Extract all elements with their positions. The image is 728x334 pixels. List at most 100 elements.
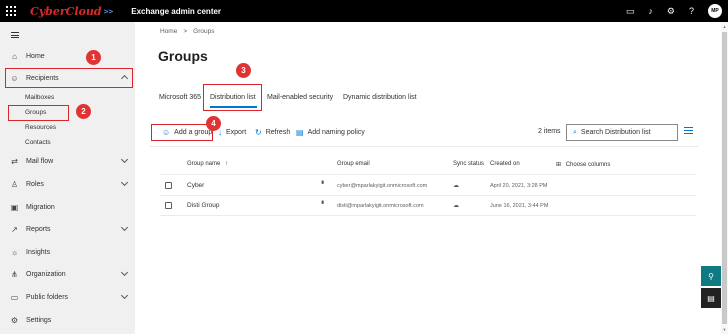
choose-columns-button[interactable]: ⊞ Choose columns [556, 161, 610, 168]
highlight-groups [8, 105, 69, 121]
row-checkbox[interactable] [165, 182, 172, 189]
gear-icon[interactable]: ⚙ [667, 6, 675, 16]
home-icon: ⌂ [12, 51, 17, 61]
page-title: Groups [158, 48, 208, 64]
sidebar-item-label: Settings [26, 316, 52, 324]
sidebar-item-public-folders[interactable]: ▭ Public folders [0, 289, 135, 305]
sidebar-item-home[interactable]: ⌂ Home [0, 48, 135, 64]
scrollbar-thumb[interactable] [722, 32, 727, 324]
top-bar: CyberCloud >> Exchange admin center ▭ ♪ … [0, 0, 728, 22]
highlight-recipients [5, 68, 133, 88]
column-header-group-name[interactable]: Group name ↑ [187, 161, 228, 167]
mail-flow-icon: ⇄ [11, 156, 18, 166]
sidebar-item-reports[interactable]: ↗ Reports [0, 221, 135, 237]
search-icon: ⌕ [573, 128, 577, 136]
download-icon: ↓ [218, 128, 222, 137]
public-folders-icon: ▭ [10, 292, 19, 302]
sidebar-subitem-contacts[interactable]: Contacts [25, 139, 51, 146]
highlight-add-group [151, 124, 213, 141]
breadcrumb-separator: > [183, 28, 188, 35]
search-placeholder: Search Distribution list [580, 129, 651, 136]
sidebar-item-label: Home [26, 52, 45, 60]
tab-dynamic-distribution-list[interactable]: Dynamic distribution list [343, 94, 417, 101]
scroll-up-icon[interactable]: ▲ [722, 24, 727, 29]
item-count: 2 items [538, 128, 561, 135]
help-icon[interactable]: ? [689, 6, 694, 16]
refresh-button[interactable]: ↻ Refresh [255, 128, 290, 137]
sidebar-item-insights[interactable]: ☼ Insights [0, 244, 135, 260]
sidebar-item-mail-flow[interactable]: ⇄ Mail flow [0, 153, 135, 169]
sort-ascending-icon: ↑ [225, 161, 229, 167]
more-actions-icon[interactable]: ••• [318, 200, 327, 202]
export-label: Export [226, 129, 247, 136]
column-header-sync-status[interactable]: Sync status [453, 161, 484, 167]
column-header-group-email[interactable]: Group email [337, 161, 370, 167]
sidebar-subitem-resources[interactable]: Resources [25, 124, 56, 131]
row-checkbox[interactable] [165, 202, 172, 209]
tab-mail-enabled-security[interactable]: Mail-enabled security [267, 94, 333, 101]
sidebar-item-label: Mail flow [26, 157, 54, 165]
breadcrumb-current: Groups [193, 28, 215, 35]
refresh-icon: ↻ [255, 128, 262, 137]
group-name-header-label: Group name [187, 161, 221, 167]
chat-icon: ▤ [707, 293, 715, 303]
organization-icon: ⋔ [11, 269, 18, 279]
app-launcher-icon[interactable] [0, 0, 22, 22]
search-box[interactable]: ⌕ Search Distribution list [566, 124, 678, 141]
callout-badge-3: 3 [236, 63, 251, 78]
avatar[interactable]: MP [708, 4, 722, 18]
sidebar-item-label: Migration [26, 203, 55, 211]
roles-icon: ♙ [10, 179, 19, 189]
choose-columns-label: Choose columns [565, 162, 611, 168]
brand-suffix: >> [103, 6, 114, 16]
refresh-label: Refresh [265, 129, 291, 136]
created-on-cell: April 20, 2021, 3:28 PM [490, 183, 548, 189]
migration-icon: ▣ [10, 202, 19, 212]
chevron-down-icon [120, 155, 129, 164]
bell-icon[interactable]: ♪ [648, 6, 653, 16]
filter-icon[interactable] [684, 127, 693, 135]
chevron-down-icon [120, 223, 129, 232]
columns-icon: ⊞ [556, 162, 562, 168]
hamburger-icon[interactable] [11, 32, 19, 38]
sidebar-item-settings[interactable]: ⚙ Settings [0, 312, 135, 328]
row-divider [160, 195, 696, 196]
chevron-down-icon [120, 268, 129, 277]
help-bot-icon: ⚲ [708, 271, 714, 281]
chevron-down-icon [120, 178, 129, 187]
more-actions-icon[interactable]: ••• [318, 180, 327, 182]
screen-icon[interactable]: ▭ [626, 6, 635, 16]
policy-icon: ▤ [296, 128, 304, 137]
column-header-created-on[interactable]: Created on [490, 161, 520, 167]
group-name-cell[interactable]: Disti Group [187, 202, 220, 209]
sync-cloud-icon: ☁ [453, 203, 459, 209]
brand-logo[interactable]: CyberCloud [30, 5, 102, 18]
sidebar-item-organization[interactable]: ⋔ Organization [0, 266, 135, 282]
help-bot-button[interactable]: ⚲ [701, 266, 721, 286]
scroll-down-icon[interactable]: ▼ [722, 327, 727, 332]
row-divider [160, 215, 696, 216]
sidebar-item-migration[interactable]: ▣ Migration [0, 199, 135, 215]
sidebar-subitem-mailboxes[interactable]: Mailboxes [25, 94, 54, 101]
export-button[interactable]: ↓ Export [218, 128, 246, 137]
callout-badge-1: 1 [86, 50, 101, 65]
sidebar-item-roles[interactable]: ♙ Roles [0, 176, 135, 192]
sidebar-item-label: Insights [26, 248, 51, 256]
breadcrumb: Home > Groups [160, 28, 214, 35]
add-naming-policy-label: Add naming policy [307, 129, 365, 136]
group-name-cell[interactable]: Cyber [187, 182, 204, 189]
callout-badge-2: 2 [76, 104, 91, 119]
app-title[interactable]: Exchange admin center [131, 7, 221, 16]
sidebar-item-label: Organization [26, 270, 66, 278]
tab-microsoft-365[interactable]: Microsoft 365 [159, 94, 201, 101]
add-naming-policy-button[interactable]: ▤ Add naming policy [296, 128, 365, 137]
sidebar-item-label: Roles [26, 180, 44, 188]
group-email-cell: cyber@mparlakyigit.onmicrosoft.com [337, 183, 428, 189]
header-divider [160, 174, 696, 175]
gear-icon: ⚙ [10, 315, 19, 325]
highlight-distribution-list-tab [203, 84, 262, 111]
created-on-cell: June 16, 2021, 3:44 PM [490, 203, 549, 209]
breadcrumb-home[interactable]: Home [160, 28, 177, 35]
sidebar-item-label: Reports [26, 225, 51, 233]
feedback-button[interactable]: ▤ [701, 288, 721, 308]
